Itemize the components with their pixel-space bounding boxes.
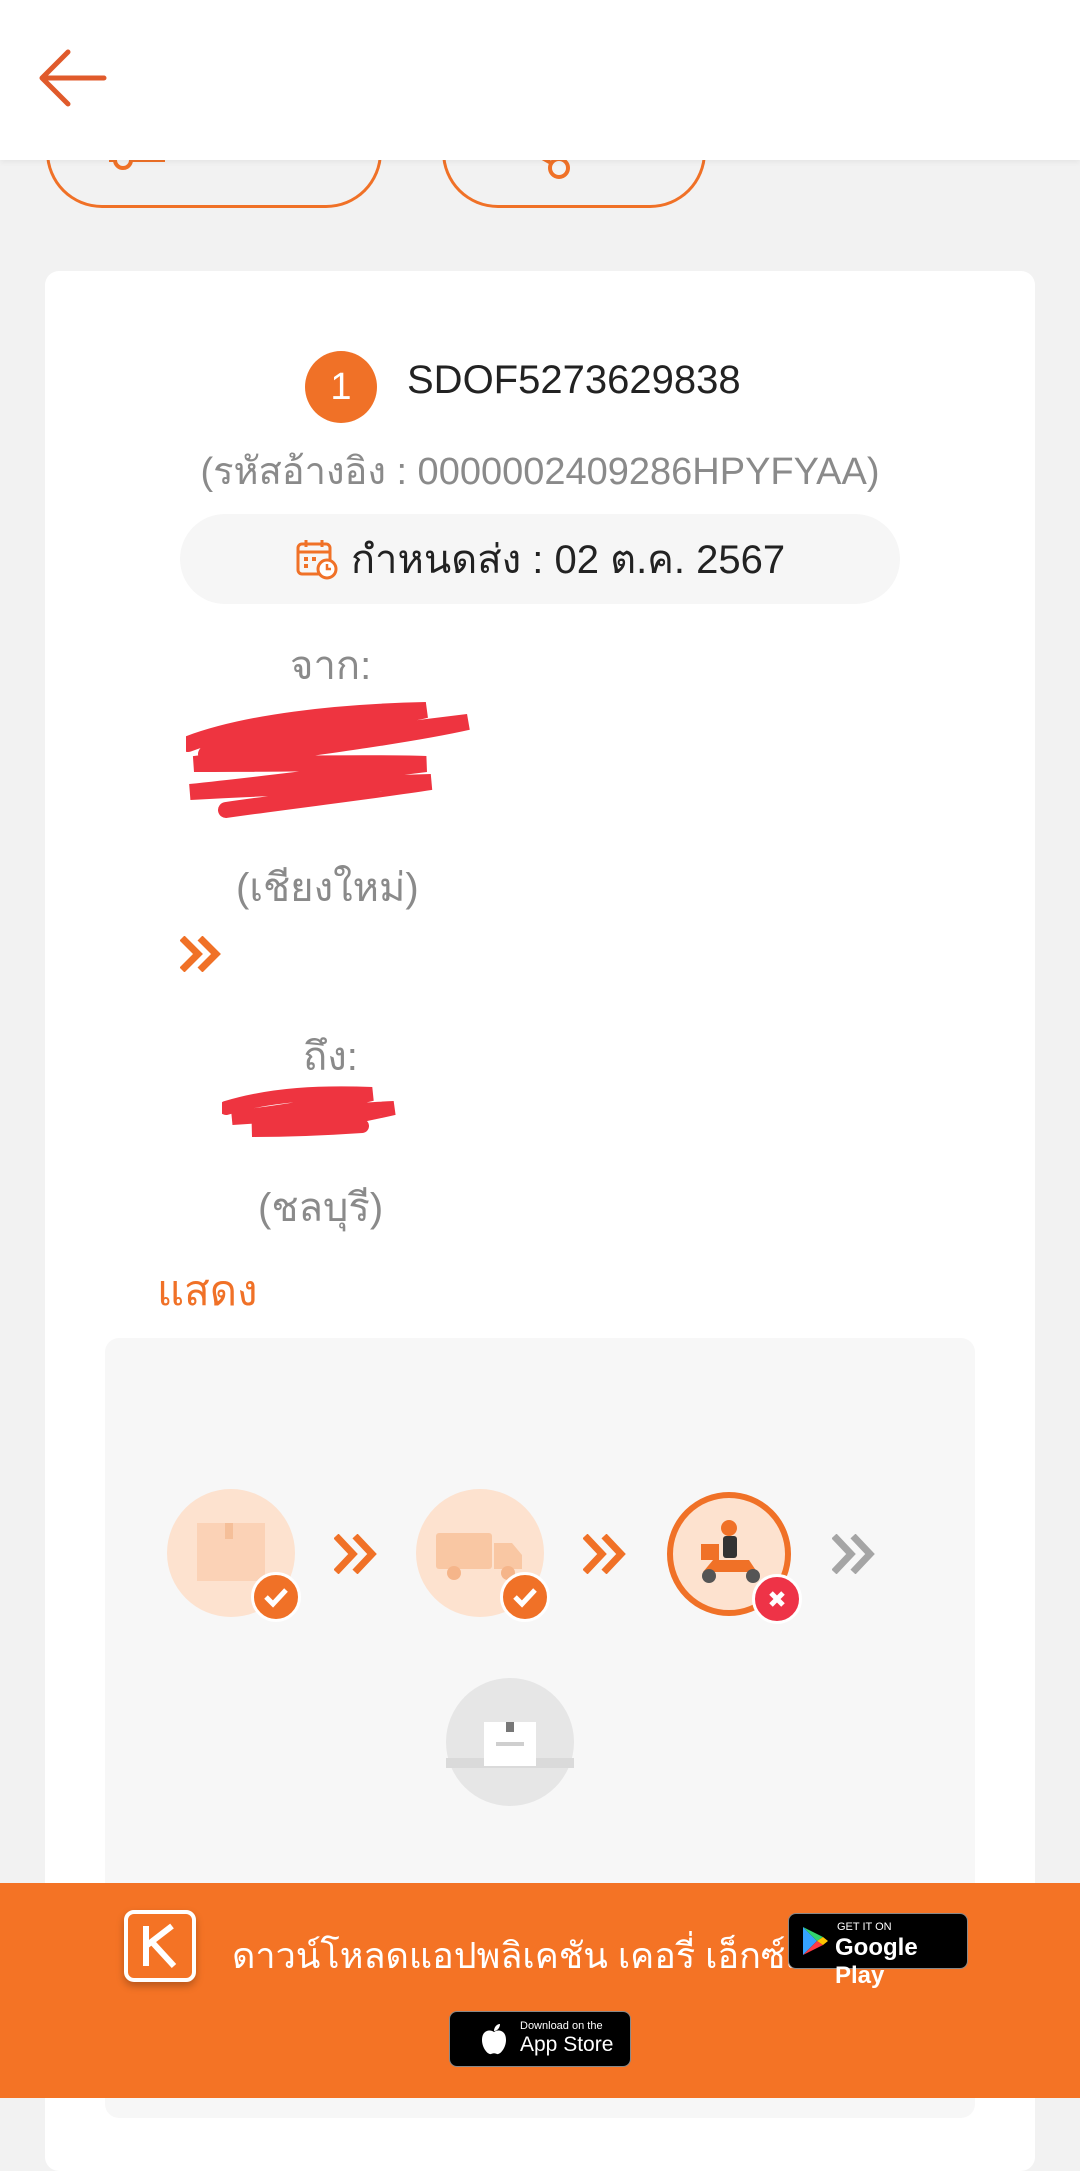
reference-code: (รหัสอ้างอิง : 0000002409286HPYFYAA)	[200, 451, 880, 493]
due-date-text: กำหนดส่ง : 02 ต.ค. 2567	[350, 538, 786, 582]
to-label: ถึง:	[303, 1035, 358, 1079]
google-play-big-text: Google Play	[835, 1934, 918, 1989]
arrow-left-icon	[39, 49, 107, 107]
check-icon	[500, 1572, 550, 1622]
top-bar	[0, 0, 1080, 160]
tracking-number: SDOF5273629838	[407, 358, 741, 402]
back-button[interactable]	[34, 44, 114, 114]
chevron-double-right-icon	[583, 1534, 626, 1574]
app-store-big-text: App Store	[520, 2033, 614, 2056]
kerry-logo[interactable]	[124, 1910, 196, 1982]
check-icon	[251, 1572, 301, 1622]
app-store-small-text: Download on the	[520, 2020, 603, 2032]
download-app-banner: ดาวน์โหลดแอปพลิเคชัน เคอรี่ เอ็กซ์เพรส G…	[0, 1883, 1080, 2098]
timeline-step-delivered	[446, 1678, 574, 1806]
from-label: จาก:	[290, 644, 372, 688]
to-province: (ชลบุรี)	[258, 1186, 384, 1230]
show-details-link[interactable]: แสดง	[157, 1258, 258, 1324]
chevron-double-right-icon	[832, 1534, 875, 1574]
apple-icon	[482, 2024, 506, 2055]
close-icon	[752, 1574, 802, 1624]
calendar-clock-icon	[296, 540, 338, 580]
google-play-small-text: GET IT ON	[837, 1921, 892, 1933]
google-play-button[interactable]: GET IT ON Google Play	[788, 1913, 968, 1989]
chevron-double-right-icon	[334, 1534, 377, 1574]
parcel-index-badge: 1	[305, 351, 377, 423]
from-province: (เชียงใหม่)	[236, 866, 419, 910]
parcel-box-icon	[446, 1722, 574, 1768]
redacted-sender-address	[186, 702, 470, 818]
chevron-double-right-icon	[180, 936, 221, 972]
app-store-button[interactable]: Download on the App Store	[449, 2011, 631, 2067]
redacted-recipient-address	[222, 1086, 396, 1137]
download-app-text: ดาวน์โหลดแอปพลิเคชัน เคอรี่ เอ็กซ์เพรส	[232, 1935, 863, 1976]
due-date-box: กำหนดส่ง : 02 ต.ค. 2567	[180, 514, 900, 604]
google-play-icon	[803, 1927, 828, 1955]
